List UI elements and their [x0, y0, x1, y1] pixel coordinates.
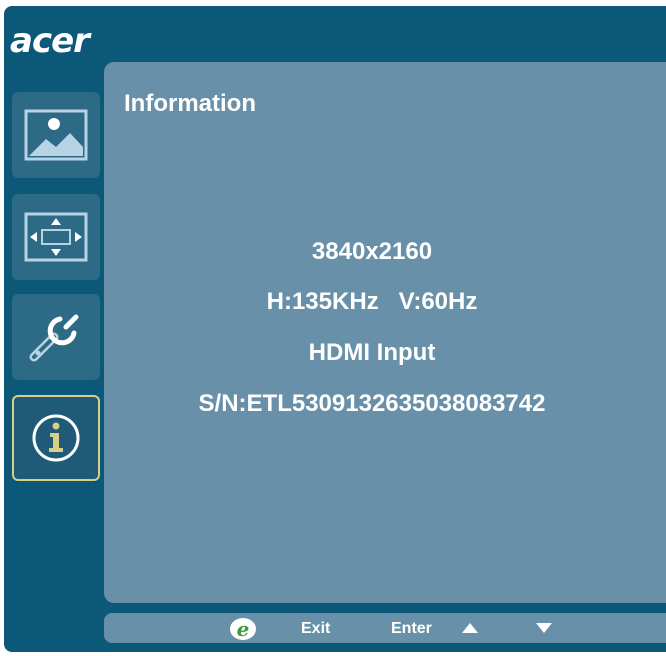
- settings-wrench-icon: [29, 314, 79, 362]
- enter-label: Enter: [391, 620, 432, 637]
- arrow-down-icon[interactable]: [536, 623, 552, 633]
- info-icon: [32, 414, 80, 462]
- serial-number-value: S/N:ETL5309132635038083742: [198, 390, 546, 417]
- page-title: Information: [124, 90, 256, 117]
- sidebar-item-picture[interactable]: [12, 92, 100, 178]
- empowering-key-icon[interactable]: e: [228, 617, 258, 641]
- svg-text:e: e: [237, 617, 250, 641]
- sidebar-item-information[interactable]: [12, 395, 100, 481]
- input-source-value: HDMI Input: [308, 339, 436, 366]
- exit-label: Exit: [301, 620, 331, 637]
- acer-logo: acer: [10, 21, 90, 61]
- sidebar-item-display[interactable]: [12, 194, 100, 280]
- information-panel: Information 3840x2160 H:135KHz V:60Hz HD…: [104, 62, 666, 603]
- arrow-up-icon[interactable]: [462, 623, 478, 633]
- key-hint-bar: e Exit Enter: [104, 613, 666, 643]
- resolution-value: 3840x2160: [311, 238, 433, 265]
- frequency-value: H:135KHz V:60Hz: [266, 288, 478, 315]
- display-position-icon: [24, 212, 88, 262]
- osd-menu: acer Information 3840x2160 H:135KHz V:60…: [4, 6, 666, 652]
- picture-icon: [24, 109, 88, 161]
- sidebar-item-settings[interactable]: [12, 294, 100, 380]
